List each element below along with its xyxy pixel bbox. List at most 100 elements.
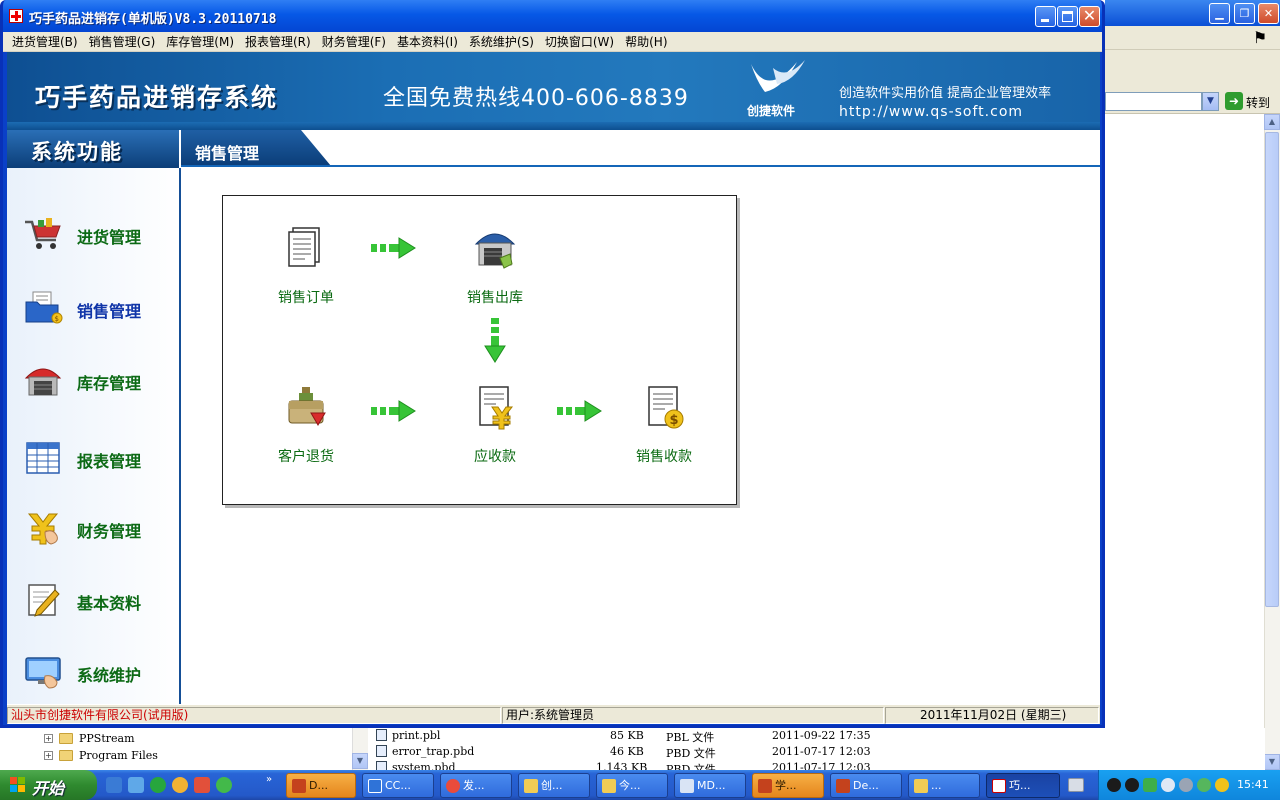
sidebar-item-system[interactable]: 系统维护 [7,648,177,696]
flow-arrow-down-icon [484,318,506,363]
taskbar-button[interactable]: CC... [362,773,434,798]
file-type: PBD 文件 [666,747,716,760]
sidebar-item-reports[interactable]: 报表管理 [7,434,177,482]
folder-icon [914,779,928,793]
finance-icon [27,513,59,545]
taskbar-button[interactable]: ... [908,773,980,798]
bg-close-icon[interactable]: ✕ [1258,3,1279,24]
quicklaunch-more-icon[interactable]: » [266,774,272,785]
menu-inventory[interactable]: 库存管理(M) [161,33,240,51]
go-button-label[interactable]: 转到 [1246,94,1270,111]
app-icon [292,779,306,793]
sidebar-item-basic-data[interactable]: 基本资料 [7,576,177,624]
keyboard-icon[interactable] [1068,778,1084,792]
desktop-icon[interactable] [128,777,144,793]
menu-basic-data[interactable]: 基本资料(I) [392,33,464,51]
brand-name: 创捷软件 [747,104,796,118]
volume-icon[interactable] [1179,778,1193,792]
taskbar-button[interactable]: D... [286,773,356,798]
file-row[interactable]: error_trap.pbd 46 KB PBD 文件 2011-07-17 1… [370,744,1265,760]
file-size: 1,143 KB [596,761,648,770]
menu-finance[interactable]: 财务管理(F) [317,33,392,51]
sidebar-item-label: 系统维护 [77,666,142,685]
minimize-button[interactable] [1035,6,1056,27]
app-icon [758,779,772,793]
media-icon[interactable] [194,777,210,793]
folder-icon [59,749,73,761]
file-name: print.pbl [392,729,441,742]
flow-node-sales-collection[interactable]: $ 销售收款 [609,383,719,473]
sidebar-item-label: 报表管理 [77,452,142,471]
file-type: PBD 文件 [666,763,716,770]
taskbar-button[interactable]: De... [830,773,902,798]
taskbar-button[interactable]: 今... [596,773,668,798]
flow-node-sales-outbound[interactable]: 销售出库 [440,224,550,314]
bg-restore-icon[interactable]: ❐ [1234,3,1255,24]
file-icon [376,745,387,757]
file-name: system.pbd [392,761,456,770]
menu-sales[interactable]: 销售管理(G) [84,33,162,51]
network-icon[interactable] [1161,778,1175,792]
refresh-app-icon[interactable] [216,777,232,793]
sidebar-item-inventory[interactable]: 库存管理 [7,356,177,404]
maximize-button[interactable] [1057,6,1078,27]
sidebar-item-purchase[interactable]: 进货管理 [7,210,177,258]
close-button[interactable]: ✕ [1079,6,1100,27]
update-icon[interactable] [1197,778,1211,792]
go-arrow-icon[interactable]: ➜ [1225,92,1243,110]
scrollbar-thumb[interactable] [1265,132,1279,607]
scroll-down-icon[interactable]: ▼ [352,753,368,769]
background-window-titlebar: ▁ ❐ ✕ [1105,0,1280,26]
taskbar-button[interactable]: 发... [440,773,512,798]
qq-icon[interactable] [1125,778,1139,792]
menu-system[interactable]: 系统维护(S) [464,33,540,51]
ie-icon[interactable] [106,777,122,793]
flow-node-customer-return[interactable]: 客户退货 [251,383,361,473]
shopping-cart-icon [25,218,61,249]
chrome-icon [446,779,460,793]
warehouse-icon [474,233,516,269]
taskbar-button[interactable]: 创... [518,773,590,798]
taskbar-button-active[interactable]: 巧... [986,773,1060,798]
file-size: 46 KB [610,745,644,758]
tree-item[interactable]: + Program Files [44,747,158,763]
dollar-document-icon: $ [648,386,684,429]
sidebar-item-sales[interactable]: $ 销售管理 [7,284,177,332]
file-row[interactable]: print.pbl 85 KB PBL 文件 2011-09-22 17:35 [370,728,1265,744]
section-title: 销售管理 [195,144,260,163]
address-dropdown-icon[interactable]: ▼ [1202,92,1219,111]
menu-help[interactable]: 帮助(H) [620,33,673,51]
scroll-up-icon[interactable]: ▲ [1264,114,1280,130]
start-label: 开始 [32,779,65,798]
expand-icon[interactable]: + [44,733,53,743]
qq-icon[interactable] [1107,778,1121,792]
start-button[interactable]: 开始 [0,770,97,800]
medical-cross-icon[interactable] [9,9,23,23]
title-bar[interactable]: 巧手药品进销存(单机版)V8.3.20110718 ✕ [3,0,1102,32]
taskbar-button[interactable]: 学... [752,773,824,798]
taskbar-button-label: D... [309,779,328,792]
expand-icon[interactable]: + [44,750,53,760]
taskbar-button[interactable]: MD... [674,773,746,798]
sidebar-item-finance[interactable]: 财务管理 [7,504,177,552]
menu-switch-window[interactable]: 切换窗口(W) [540,33,620,51]
plus-app-icon[interactable] [172,777,188,793]
flow-node-receivable[interactable]: 应收款 [440,383,550,473]
svg-text:$: $ [670,413,679,428]
flow-node-sales-order[interactable]: 销售订单 [251,224,361,314]
bg-minimize-icon[interactable]: ▁ [1209,3,1230,24]
shield-icon[interactable] [1143,778,1157,792]
svg-text:$: $ [55,315,59,323]
menu-purchase[interactable]: 进货管理(B) [7,33,84,51]
tree-item[interactable]: + PPStream [44,730,135,746]
folder-icon [59,732,73,744]
minimize-icon [1041,19,1049,22]
menu-reports[interactable]: 报表管理(R) [240,33,317,51]
scroll-down-icon[interactable]: ▼ [1264,754,1280,770]
address-input[interactable] [1105,92,1202,111]
file-row[interactable]: system.pbd 1,143 KB PBD 文件 2011-07-17 12… [370,760,1265,770]
banner-title: 巧手药品进销存系统 [35,83,279,112]
plus-app-icon[interactable] [1215,778,1229,792]
browser-icon[interactable] [150,777,166,793]
file-modified: 2011-09-22 17:35 [772,729,871,742]
